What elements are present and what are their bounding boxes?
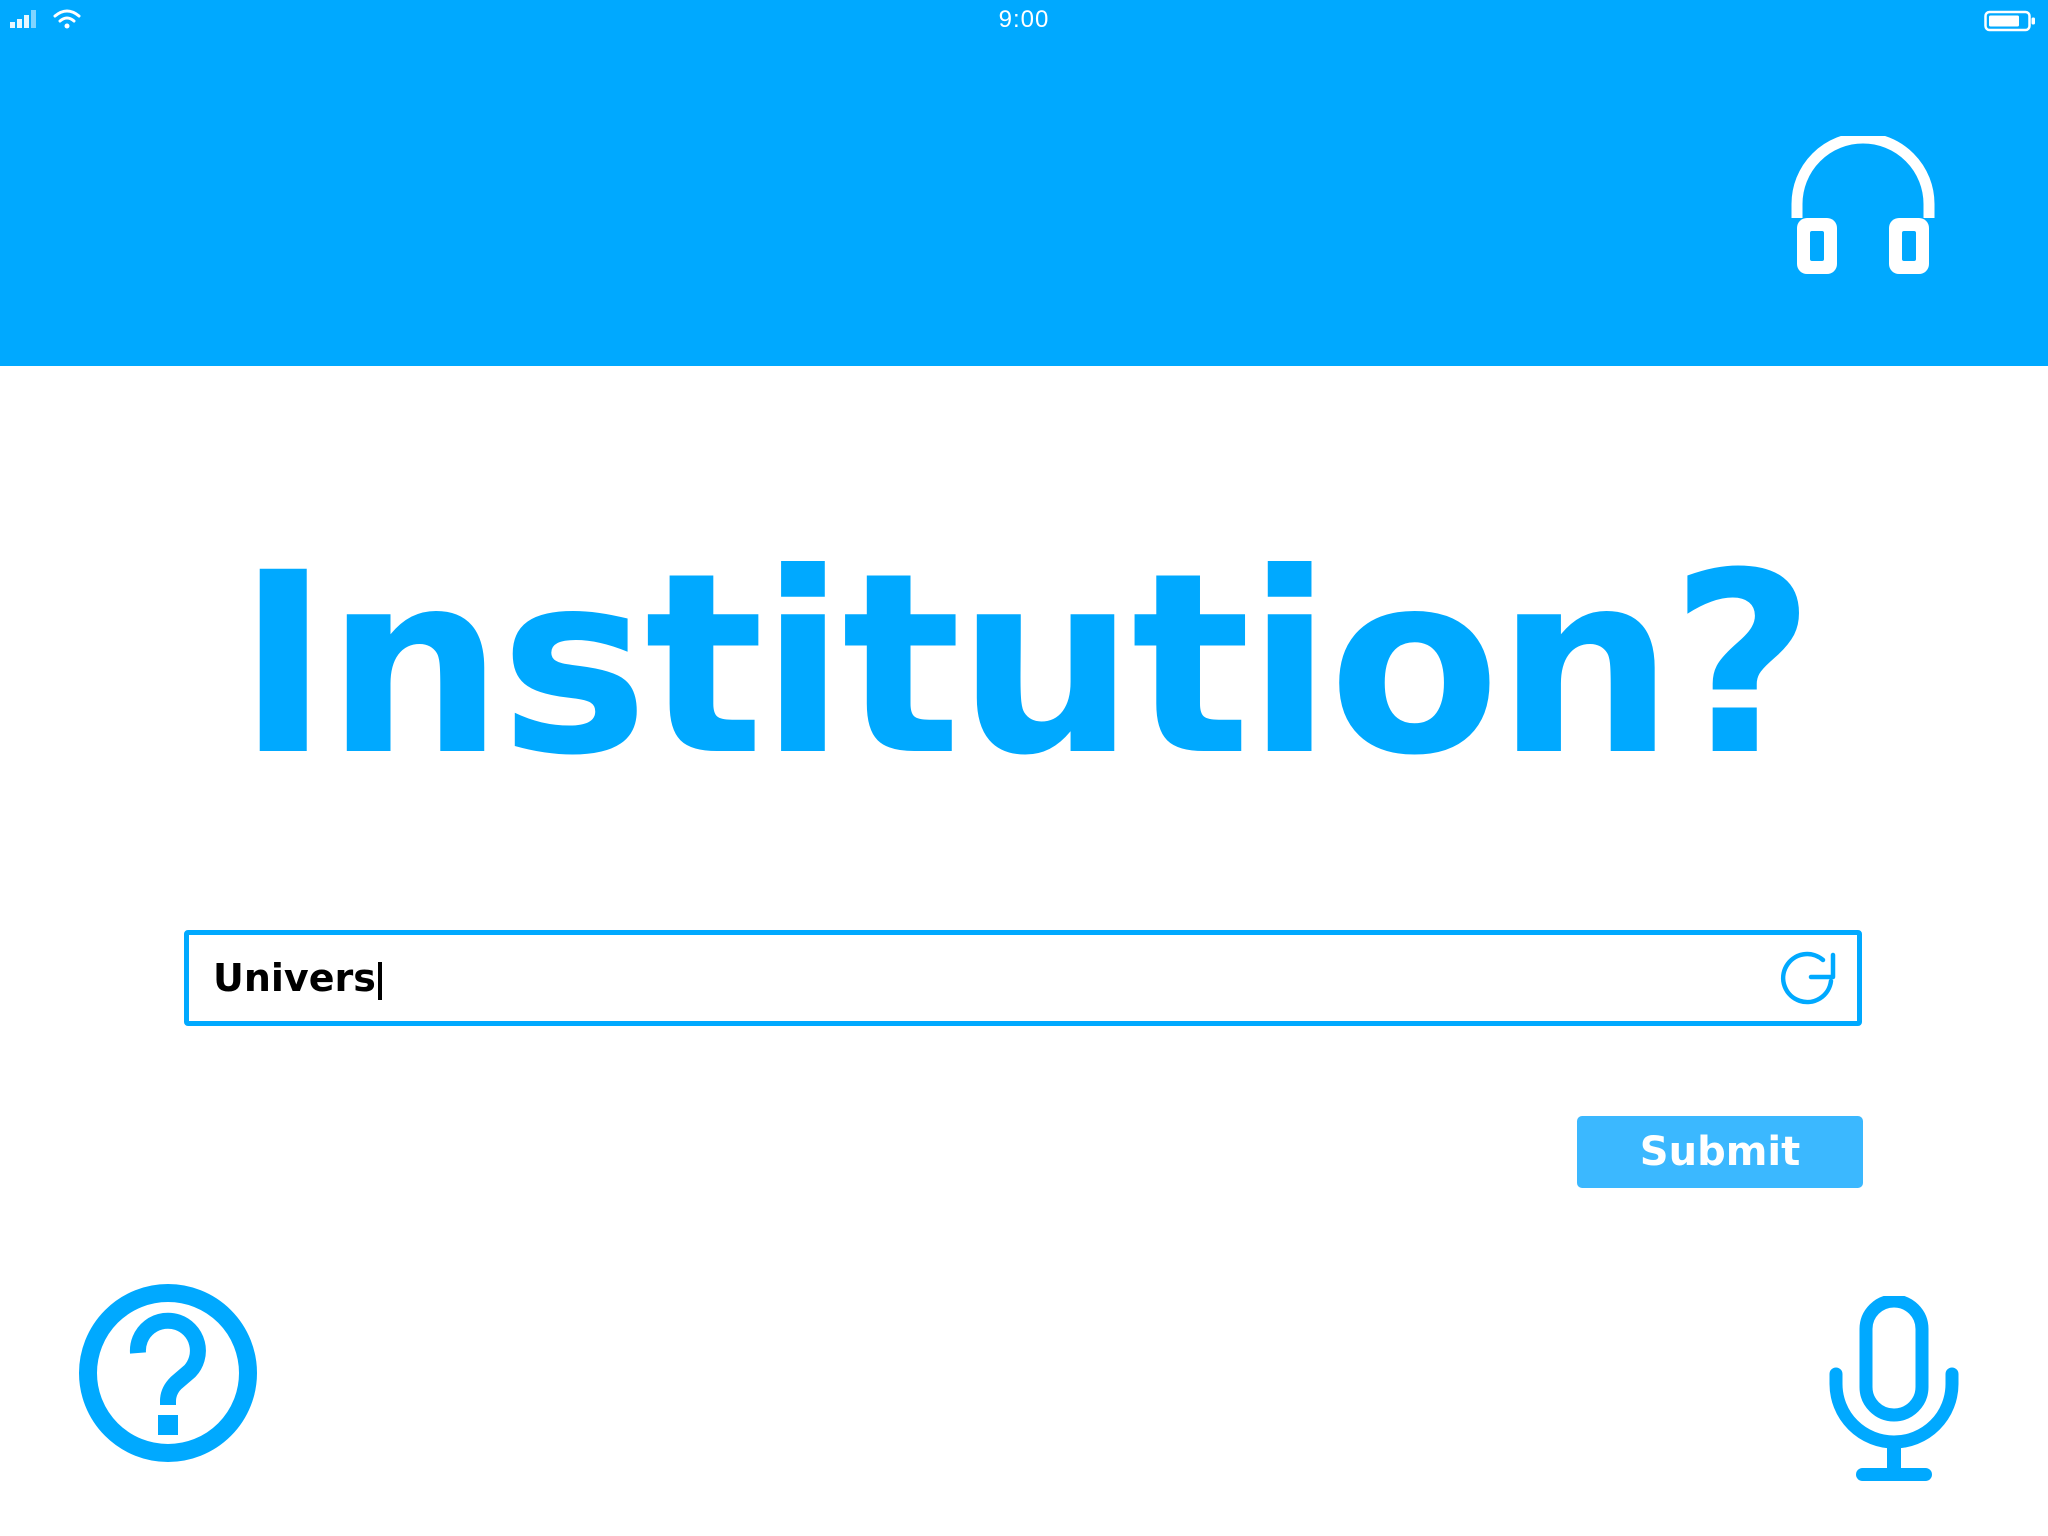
microphone-icon[interactable]	[1826, 1296, 1962, 1486]
text-cursor	[377, 961, 382, 1000]
submit-button[interactable]: Submit	[1577, 1116, 1863, 1188]
status-bar: 9:00	[0, 0, 2048, 44]
battery-icon	[1984, 10, 2035, 32]
institution-search-field[interactable]: Univers	[184, 930, 1862, 1026]
help-icon[interactable]	[78, 1283, 258, 1463]
input-value: Univers	[213, 956, 376, 1000]
status-time: 9:00	[998, 6, 1050, 33]
header-bar: 9:00	[0, 0, 2048, 366]
institution-input[interactable]: Univers	[213, 935, 1753, 1021]
headphones-icon[interactable]	[1788, 136, 1938, 282]
refresh-icon[interactable]	[1777, 947, 1841, 1011]
question-heading: Institution?	[236, 519, 1815, 810]
